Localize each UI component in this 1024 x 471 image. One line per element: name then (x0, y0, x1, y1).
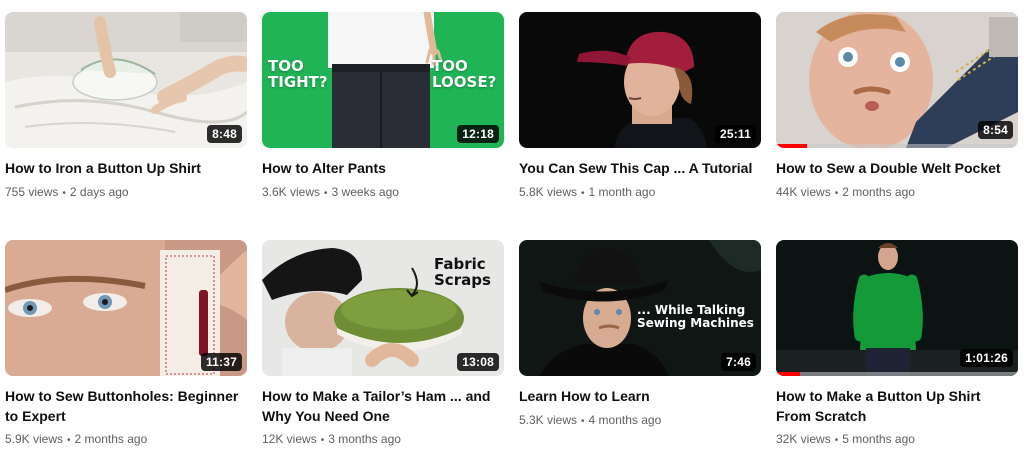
video-meta: 5.3K views • 4 months ago (519, 412, 761, 430)
video-title[interactable]: How to Sew a Double Welt Pocket (776, 159, 1018, 179)
video-meta: 32K views • 5 months ago (776, 431, 1018, 449)
video-title[interactable]: You Can Sew This Cap ... A Tutorial (519, 159, 761, 179)
video-meta: 5.8K views • 1 month ago (519, 184, 761, 202)
watch-progress-bar (776, 144, 808, 148)
thumbnail-caption: Fabric Scraps (434, 255, 491, 289)
video-thumbnail[interactable]: Fabric Scraps 13:08 (262, 240, 504, 376)
video-thumbnail[interactable]: ... While Talking Sewing Machines 7:46 (519, 240, 761, 376)
video-card[interactable]: TOO TIGHT? TOO LOOSE? 12:18 How to Alter… (262, 12, 504, 240)
video-duration: 25:11 (714, 125, 756, 143)
upload-age: 4 months ago (588, 412, 662, 427)
video-meta: 5.9K views • 2 months ago (5, 431, 247, 449)
separator-dot: • (67, 435, 71, 446)
video-card[interactable]: 8:54 How to Sew a Double Welt Pocket 44K… (776, 12, 1018, 240)
upload-age: 2 months ago (74, 432, 148, 446)
view-count: 44K views (776, 184, 831, 199)
video-title[interactable]: How to Make a Tailor’s Ham ... and Why Y… (262, 387, 504, 426)
video-meta: 755 views • 2 days ago (5, 184, 247, 202)
upload-age: 1 month ago (588, 184, 656, 199)
video-thumbnail[interactable]: 25:11 (519, 12, 761, 148)
thumbnail-caption-left: TOO TIGHT? (268, 57, 328, 91)
separator-dot: • (320, 435, 325, 446)
video-card[interactable]: 11:37 How to Sew Buttonholes: Beginner t… (5, 240, 247, 449)
video-duration: 8:54 (978, 121, 1013, 139)
video-card[interactable]: 25:11 You Can Sew This Cap ... A Tutoria… (519, 12, 761, 240)
video-card[interactable]: ... While Talking Sewing Machines 7:46 L… (519, 240, 761, 449)
view-count: 32K views (776, 432, 831, 446)
video-thumbnail[interactable]: 1:01:26 (776, 240, 1018, 376)
video-thumbnail[interactable]: 11:37 (5, 240, 247, 376)
video-card[interactable]: 1:01:26 How to Make a Button Up Shirt Fr… (776, 240, 1018, 449)
video-meta: 12K views • 3 months ago (262, 431, 504, 449)
video-duration: 8:48 (207, 125, 242, 143)
upload-age: 2 months ago (842, 184, 915, 199)
video-card[interactable]: Fabric Scraps 13:08 How to Make a Tailor… (262, 240, 504, 449)
upload-age: 2 days ago (69, 184, 129, 199)
video-card[interactable]: 8:48 How to Iron a Button Up Shirt 755 v… (5, 12, 247, 240)
video-duration: 1:01:26 (960, 349, 1013, 367)
video-title[interactable]: How to Sew Buttonholes: Beginner to Expe… (5, 387, 247, 426)
watch-progress-bar (776, 372, 801, 376)
separator-dot: • (581, 415, 585, 427)
upload-age: 5 months ago (842, 432, 915, 446)
video-title[interactable]: Learn How to Learn (519, 387, 761, 407)
separator-dot: • (62, 187, 66, 199)
view-count: 755 views (5, 184, 59, 199)
separator-dot: • (834, 187, 839, 199)
video-meta: 3.6K views • 3 weeks ago (262, 184, 504, 202)
view-count: 12K views (262, 432, 317, 446)
video-title[interactable]: How to Make a Button Up Shirt From Scrat… (776, 387, 1018, 426)
video-title[interactable]: How to Iron a Button Up Shirt (5, 159, 247, 179)
view-count: 5.3K views (519, 412, 578, 427)
video-title[interactable]: How to Alter Pants (262, 159, 504, 179)
view-count: 3.6K views (262, 184, 321, 199)
video-thumbnail[interactable]: TOO TIGHT? TOO LOOSE? 12:18 (262, 12, 504, 148)
upload-age: 3 weeks ago (331, 184, 399, 199)
view-count: 5.8K views (519, 184, 578, 199)
view-count: 5.9K views (5, 432, 64, 446)
video-meta: 44K views • 2 months ago (776, 184, 1018, 202)
watch-progress-track (776, 372, 1018, 376)
upload-age: 3 months ago (328, 432, 401, 446)
thumbnail-caption-right: TOO LOOSE? (432, 57, 497, 91)
video-duration: 11:37 (200, 353, 242, 371)
watch-progress-track (776, 144, 1018, 148)
separator-dot: • (834, 435, 839, 446)
video-thumbnail[interactable]: 8:48 (5, 12, 247, 148)
video-duration: 12:18 (457, 125, 499, 143)
thumbnail-caption: ... While Talking Sewing Machines (637, 303, 754, 330)
separator-dot: • (324, 187, 328, 199)
video-grid: 8:48 How to Iron a Button Up Shirt 755 v… (5, 12, 1020, 449)
video-duration: 13:08 (457, 353, 499, 371)
separator-dot: • (581, 187, 585, 199)
video-duration: 7:46 (721, 353, 756, 371)
video-thumbnail[interactable]: 8:54 (776, 12, 1018, 148)
